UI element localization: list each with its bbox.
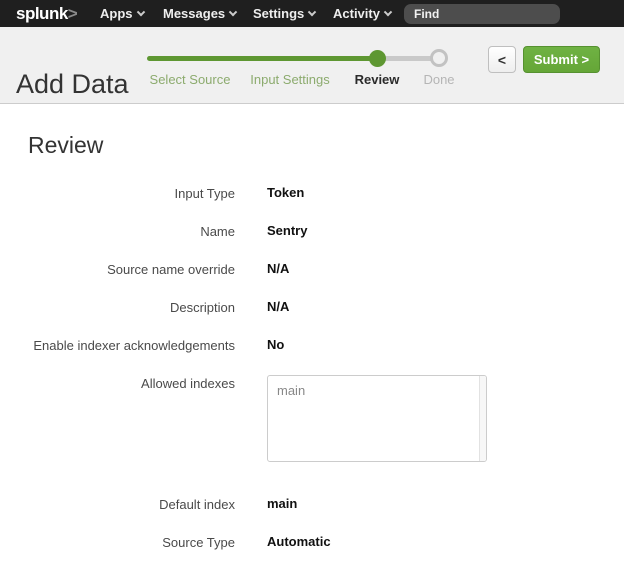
section-heading: Review [28, 132, 624, 159]
field-value: Token [267, 185, 304, 200]
field-label: Input Type [0, 185, 235, 201]
review-row-indexer-acknowledgements: Enable indexer acknowledgements No [0, 337, 624, 353]
nav-menu-messages[interactable]: Messages [163, 0, 236, 27]
review-panel: Review Input Type Token Name Sentry Sour… [0, 105, 624, 572]
field-label: Enable indexer acknowledgements [0, 337, 235, 353]
field-label: Source Type [0, 534, 235, 550]
field-value: N/A [267, 299, 289, 314]
review-row-source-name-override: Source name override N/A [0, 261, 624, 277]
field-label: Default index [0, 496, 235, 512]
nav-menu-messages-label: Messages [163, 6, 225, 21]
step-dot-done [430, 49, 448, 67]
chevron-down-icon [308, 8, 316, 16]
nav-menu-activity-label: Activity [333, 6, 380, 21]
field-value: main [267, 496, 297, 511]
review-row-input-type: Input Type Token [0, 185, 624, 201]
splunk-logo-text: splunk [16, 4, 68, 23]
wizard-header: Add Data Select Source Input Settings Re… [0, 27, 624, 104]
back-button[interactable]: < [488, 46, 516, 73]
field-value: No [267, 337, 284, 352]
step-label-review: Review [355, 72, 400, 87]
nav-menu-apps-label: Apps [100, 6, 133, 21]
field-label: Allowed indexes [0, 375, 235, 391]
progress-bar-complete [147, 56, 379, 61]
field-value: Automatic [267, 534, 331, 549]
review-row-default-index: Default index main [0, 496, 624, 512]
nav-menu-settings-label: Settings [253, 6, 304, 21]
listbox-item-main: main [268, 376, 486, 405]
find-search-input[interactable] [404, 4, 560, 24]
splunk-logo-chevron-icon: > [68, 4, 77, 23]
chevron-down-icon [136, 8, 144, 16]
field-label: Source name override [0, 261, 235, 277]
field-value: N/A [267, 261, 289, 276]
chevron-down-icon [229, 8, 237, 16]
listbox-scrollbar[interactable] [479, 376, 486, 461]
review-row-description: Description N/A [0, 299, 624, 315]
nav-menu-apps[interactable]: Apps [100, 0, 144, 27]
submit-button[interactable]: Submit > [523, 46, 600, 73]
field-label: Name [0, 223, 235, 239]
top-navbar: splunk> Apps Messages Settings Activity [0, 0, 624, 27]
step-label-done: Done [423, 72, 454, 87]
review-row-name: Name Sentry [0, 223, 624, 239]
review-row-source-type: Source Type Automatic [0, 534, 624, 550]
review-row-allowed-indexes: Allowed indexes main [0, 375, 624, 462]
step-dot-review [369, 50, 386, 67]
nav-menu-settings[interactable]: Settings [253, 0, 315, 27]
nav-menu-activity[interactable]: Activity [333, 0, 391, 27]
field-value: Sentry [267, 223, 307, 238]
step-label-input-settings: Input Settings [250, 72, 330, 87]
page-title: Add Data [16, 69, 129, 100]
step-label-select-source: Select Source [150, 72, 231, 87]
field-label: Description [0, 299, 235, 315]
allowed-indexes-listbox[interactable]: main [267, 375, 487, 462]
splunk-logo[interactable]: splunk> [16, 4, 77, 24]
chevron-down-icon [384, 8, 392, 16]
